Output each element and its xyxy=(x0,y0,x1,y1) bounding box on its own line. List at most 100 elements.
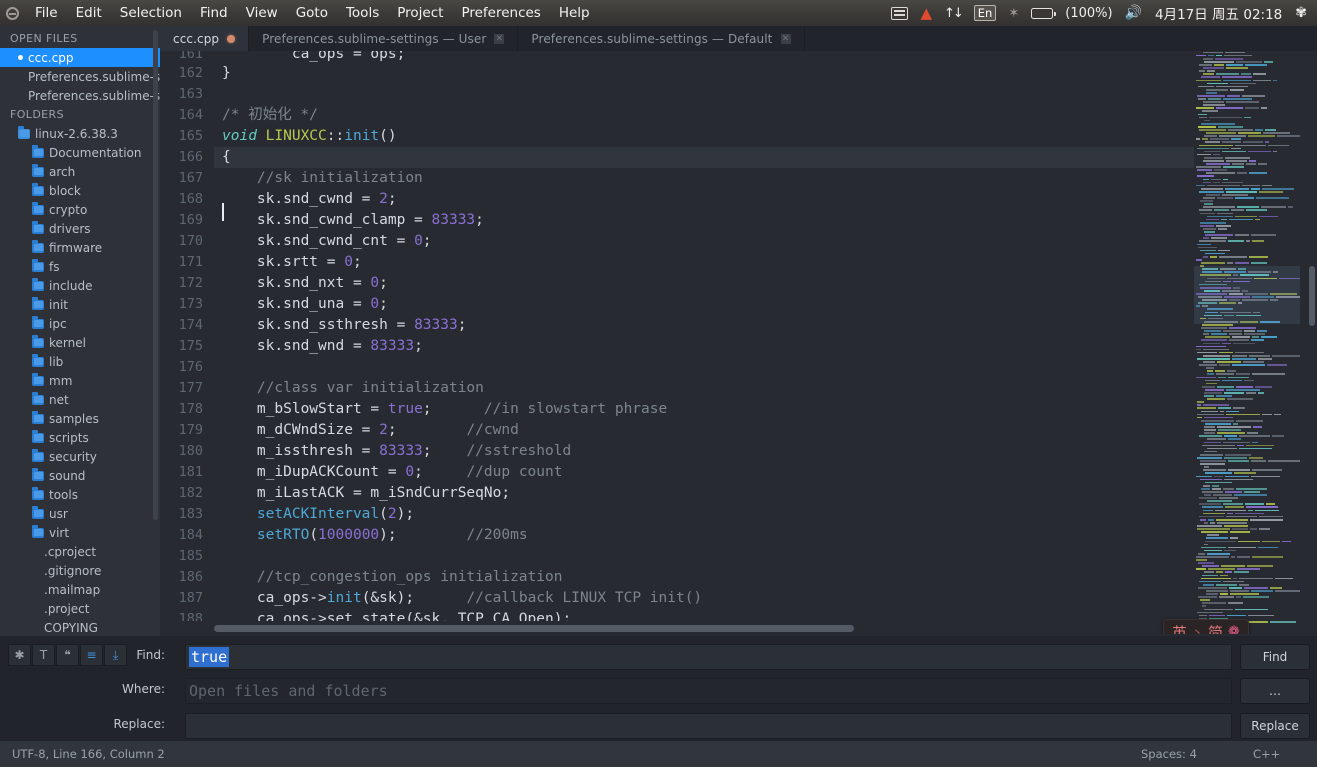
sidebar-file-project[interactable]: .project xyxy=(0,599,160,618)
ime-floating-bar[interactable]: 英 丶 简 ❁ xyxy=(1163,619,1249,634)
sidebar-folder-usr[interactable]: usr xyxy=(0,504,160,523)
vertical-scrollbar[interactable] xyxy=(1309,266,1315,326)
find-input[interactable]: true xyxy=(185,644,1232,670)
replace-input[interactable] xyxy=(185,713,1232,739)
where-options-button[interactable]: … xyxy=(1240,678,1310,704)
sidebar-folder-init[interactable]: init xyxy=(0,295,160,314)
editor-area[interactable]: 161 162 163 164 165 166 167 168 169 170 171 172 173 1… xyxy=(160,51,1317,634)
code-line[interactable]: sk.snd_ssthresh = 83333; xyxy=(214,315,1254,336)
sidebar-file-gitignore[interactable]: .gitignore xyxy=(0,561,160,580)
warning-triangle-icon[interactable]: ▲ xyxy=(914,0,938,26)
keyboard-icon[interactable] xyxy=(885,0,914,26)
code-line[interactable]: ca_ops->init(&sk); //callback LINUX TCP … xyxy=(214,588,1254,609)
tab-0[interactable]: ccc.cpp xyxy=(160,26,250,51)
code-line[interactable]: //tcp_congestion_ops initialization xyxy=(214,567,1254,588)
sidebar-folder-kernel[interactable]: kernel xyxy=(0,333,160,352)
menu-view[interactable]: View xyxy=(237,2,287,24)
code-line[interactable]: sk.snd_cwnd_clamp = 83333; xyxy=(214,210,1254,231)
sidebar-folder-sound[interactable]: sound xyxy=(0,466,160,485)
sidebar-folder-mm[interactable]: mm xyxy=(0,371,160,390)
code-line[interactable]: sk.snd_cwnd = 2; xyxy=(214,189,1254,210)
code-line[interactable]: m_iDupACKCount = 0; //dup count xyxy=(214,462,1254,483)
menu-selection[interactable]: Selection xyxy=(111,2,191,24)
tab-1[interactable]: Preferences.sublime-settings — User ✕ xyxy=(249,26,519,51)
code-line[interactable]: setACKInterval(2); xyxy=(214,504,1254,525)
code-line[interactable]: sk.snd_wnd = 83333; xyxy=(214,336,1254,357)
sidebar-folder-Documentation[interactable]: Documentation xyxy=(0,143,160,162)
code-line[interactable]: void LINUXCC::init() xyxy=(214,126,1254,147)
menu-edit[interactable]: Edit xyxy=(67,2,111,24)
status-indentation[interactable]: Spaces: 4 xyxy=(1141,747,1197,761)
code-line[interactable] xyxy=(214,357,1254,378)
sidebar-folder-firmware[interactable]: firmware xyxy=(0,238,160,257)
battery-icon[interactable] xyxy=(1025,0,1059,26)
code-line[interactable]: sk.snd_una = 0; xyxy=(214,294,1254,315)
bluetooth-icon[interactable]: ✶ xyxy=(1002,0,1025,26)
open-file-item-2[interactable]: Preferences.sublime-sett xyxy=(0,86,160,105)
sidebar-folder-scripts[interactable]: scripts xyxy=(0,428,160,447)
tab-close-icon[interactable]: ✕ xyxy=(494,33,505,44)
minimap[interactable] xyxy=(1194,51,1300,634)
sidebar-folder-tools[interactable]: tools xyxy=(0,485,160,504)
input-method-indicator[interactable]: En xyxy=(968,0,1003,26)
code-line[interactable]: } xyxy=(214,63,1254,84)
code-line[interactable]: m_dCWndSize = 2; //cwnd xyxy=(214,420,1254,441)
status-syntax[interactable]: C++ xyxy=(1253,747,1280,761)
sidebar-folder-net[interactable]: net xyxy=(0,390,160,409)
code-content[interactable]: ca_ops = ops;}/* 初始化 */void LINUXCC::ini… xyxy=(214,51,1254,634)
menu-help[interactable]: Help xyxy=(550,2,599,24)
code-line[interactable]: ca_ops->set_state(&sk, TCP_CA_Open); xyxy=(214,609,1254,621)
code-line[interactable] xyxy=(214,546,1254,567)
sidebar-folder-drivers[interactable]: drivers xyxy=(0,219,160,238)
menu-file[interactable]: File xyxy=(26,2,67,24)
code-line[interactable]: ca_ops = ops; xyxy=(214,51,1254,63)
sidebar-file-cproject[interactable]: .cproject xyxy=(0,542,160,561)
sidebar-folder-virt[interactable]: virt xyxy=(0,523,160,542)
sidebar-folder-block[interactable]: block xyxy=(0,181,160,200)
sidebar-folder-crypto[interactable]: crypto xyxy=(0,200,160,219)
horizontal-scrollbar[interactable] xyxy=(214,625,854,632)
ime-gear-icon[interactable]: ❁ xyxy=(1228,624,1240,634)
code-line[interactable]: m_issthresh = 83333; //sstreshold xyxy=(214,441,1254,462)
where-input[interactable]: Open files and folders xyxy=(185,678,1232,704)
menu-tools[interactable]: Tools xyxy=(337,2,388,24)
code-line[interactable]: m_bSlowStart = true; //in slowstart phra… xyxy=(214,399,1254,420)
sidebar-folder-root[interactable]: linux-2.6.38.3 xyxy=(0,124,160,143)
open-file-item-1[interactable]: Preferences.sublime-sett xyxy=(0,67,160,86)
sidebar-folder-security[interactable]: security xyxy=(0,447,160,466)
tab-close-icon[interactable]: ✕ xyxy=(780,33,791,44)
clock[interactable]: 4月17日 周五 02:18 xyxy=(1148,0,1289,26)
code-line[interactable]: { xyxy=(214,147,1254,168)
code-line[interactable]: setRTO(1000000); //200ms xyxy=(214,525,1254,546)
network-updown-icon[interactable]: ↑↓ xyxy=(938,0,968,26)
replace-button[interactable]: Replace xyxy=(1240,713,1310,739)
code-line[interactable]: //class var initialization xyxy=(214,378,1254,399)
sidebar-scrollbar[interactable] xyxy=(153,30,158,520)
regex-toggle[interactable]: ✱ xyxy=(8,644,31,666)
sidebar-file-mailmap[interactable]: .mailmap xyxy=(0,580,160,599)
sidebar-folder-arch[interactable]: arch xyxy=(0,162,160,181)
code-line[interactable]: sk.snd_nxt = 0; xyxy=(214,273,1254,294)
sidebar-folder-include[interactable]: include xyxy=(0,276,160,295)
horizontal-scrollbar-track[interactable] xyxy=(214,625,1254,632)
open-file-item-0[interactable]: ccc.cpp xyxy=(0,48,160,67)
volume-icon[interactable]: 🔊 xyxy=(1119,0,1148,26)
find-button[interactable]: Find xyxy=(1240,644,1310,670)
code-line[interactable] xyxy=(214,84,1254,105)
code-line[interactable]: //sk initialization xyxy=(214,168,1254,189)
ime-mode-label[interactable]: 英 xyxy=(1172,622,1187,635)
sidebar-folder-samples[interactable]: samples xyxy=(0,409,160,428)
ubuntu-logo-icon[interactable] xyxy=(0,0,24,26)
code-line[interactable]: sk.snd_cwnd_cnt = 0; xyxy=(214,231,1254,252)
sidebar-folder-ipc[interactable]: ipc xyxy=(0,314,160,333)
code-line[interactable]: sk.srtt = 0; xyxy=(214,252,1254,273)
tab-2[interactable]: Preferences.sublime-settings — Default ✕ xyxy=(518,26,805,51)
ime-script-label[interactable]: 简 xyxy=(1208,622,1223,635)
sidebar-folder-lib[interactable]: lib xyxy=(0,352,160,371)
minimap-viewport[interactable] xyxy=(1194,266,1300,324)
code-line[interactable]: m_iLastACK = m_iSndCurrSeqNo; xyxy=(214,483,1254,504)
menu-goto[interactable]: Goto xyxy=(287,2,337,24)
sidebar-folder-fs[interactable]: fs xyxy=(0,257,160,276)
sidebar-file-COPYING[interactable]: COPYING xyxy=(0,618,160,637)
menu-find[interactable]: Find xyxy=(191,2,237,24)
